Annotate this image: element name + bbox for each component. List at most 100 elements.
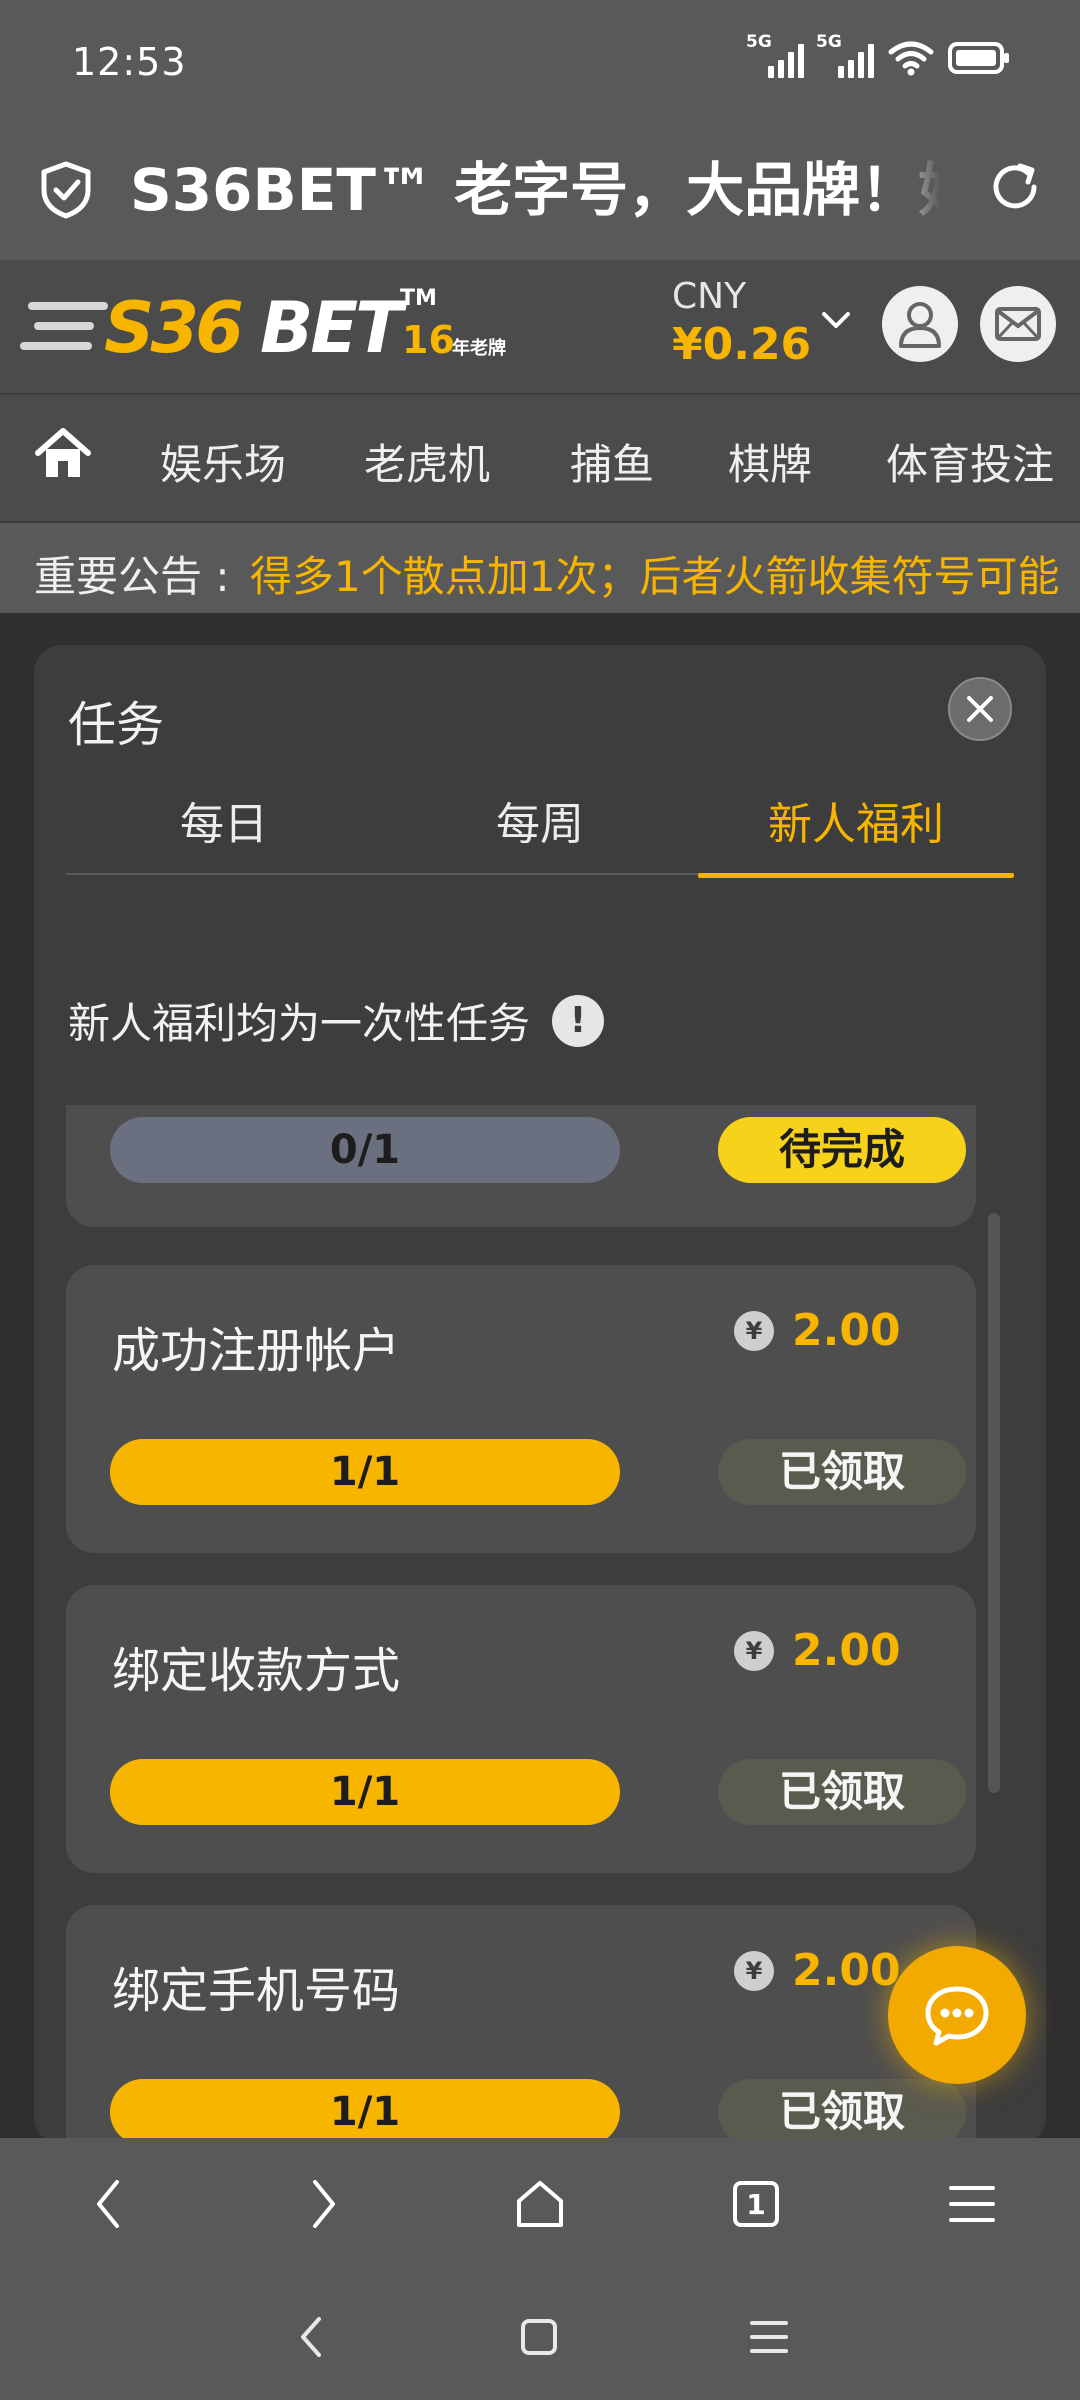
nav-item-fishing[interactable]: 捕鱼	[570, 431, 654, 492]
chevron-left-icon	[97, 2180, 119, 2228]
task-reward: ¥ 2.00	[734, 1625, 901, 1676]
system-home-button[interactable]	[504, 2302, 574, 2372]
newcomer-note: 新人福利均为一次性任务 !	[68, 990, 605, 1051]
menu-icon	[949, 2186, 995, 2222]
modal-title: 任务	[68, 697, 165, 753]
battery-icon	[948, 42, 1009, 74]
chevron-down-icon[interactable]	[818, 302, 854, 338]
home-icon[interactable]	[34, 425, 92, 483]
progress-text: 1/1	[329, 1769, 401, 1815]
announcement-text: 得多1个散点加1次；后者火箭收集符号可能	[250, 552, 1060, 601]
currency-code: CNY	[672, 276, 747, 317]
nav-item-cards[interactable]: 棋牌	[728, 431, 812, 492]
task-card: 0/1 待完成	[66, 1105, 976, 1227]
site-header: S36 BET TM 16 年老牌 CNY ¥0.26	[0, 260, 1080, 395]
progress-bar: 0/1	[110, 1117, 620, 1183]
note-text: 新人福利均为一次性任务	[68, 999, 531, 1048]
exclamation-icon[interactable]: !	[552, 994, 605, 1047]
network-label: 5G	[746, 32, 772, 52]
announcement-label: 重要公告 :	[34, 552, 230, 601]
logo-s36: S36	[104, 287, 244, 369]
task-status-button[interactable]: 已领取	[718, 1759, 966, 1825]
task-modal: 任务 每日 每周 新人福利 新人福利均为一次性任务 ! 0/1 待完成 成功注册…	[34, 645, 1046, 2145]
tab-count: 1	[746, 2187, 766, 2221]
square-icon	[521, 2319, 557, 2355]
tab-count-icon: 1	[733, 2181, 779, 2227]
reward-amount: 2.00	[792, 1945, 901, 1996]
task-list[interactable]: 0/1 待完成 成功注册帐户 ¥ 2.00 1/1 已领取 绑定收款方式 ¥ 2…	[66, 1105, 1006, 2145]
site-logo[interactable]: S36 BET TM 16 年老牌	[100, 282, 520, 374]
status-icons: 5G 5G	[746, 32, 1010, 78]
task-status-button[interactable]: 待完成	[718, 1117, 966, 1183]
nav-item-slots[interactable]: 老虎机	[364, 431, 490, 492]
task-card: 绑定收款方式 ¥ 2.00 1/1 已领取	[66, 1585, 976, 1873]
user-icon	[899, 302, 941, 348]
page-title[interactable]: S36BET™ 老字号，大品牌！始终	[130, 150, 940, 230]
task-status-button[interactable]: 已领取	[718, 2079, 966, 2145]
reward-amount: 2.00	[792, 1625, 901, 1676]
signal-icon: 5G	[746, 32, 804, 78]
forward-button[interactable]	[286, 2166, 362, 2242]
chevron-left-icon	[301, 2317, 321, 2357]
menu-icon	[750, 2321, 788, 2353]
browser-url-bar[interactable]: S36BET™ 老字号，大品牌！始终	[0, 120, 1080, 260]
task-reward: ¥ 2.00	[734, 1945, 901, 1996]
task-card: 成功注册帐户 ¥ 2.00 1/1 已领取	[66, 1265, 976, 1553]
system-recents-button[interactable]	[734, 2302, 804, 2372]
task-reward: ¥ 2.00	[734, 1305, 901, 1356]
logo-tm: TM	[400, 286, 437, 311]
progress-text: 1/1	[329, 1449, 401, 1495]
tabs-button[interactable]: 1	[718, 2166, 794, 2242]
progress-bar: 1/1	[110, 2079, 620, 2145]
status-time: 12:53	[72, 40, 187, 84]
user-button[interactable]	[882, 286, 958, 362]
scrollbar[interactable]	[988, 1213, 1000, 1793]
task-card: 绑定手机号码 ¥ 2.00 1/1 已领取	[66, 1905, 976, 2145]
category-nav: 娱乐场 老虎机 捕鱼 棋牌 体育投注	[0, 395, 1080, 523]
nav-item-sports[interactable]: 体育投注	[886, 431, 1080, 492]
close-icon	[967, 696, 993, 722]
chat-icon	[925, 1986, 989, 2046]
system-back-button[interactable]	[276, 2302, 346, 2372]
hamburger-menu-icon[interactable]	[20, 296, 108, 356]
wifi-icon	[888, 41, 934, 76]
task-name: 绑定手机号码	[112, 1963, 401, 2019]
yuan-coin-icon: ¥	[734, 1310, 774, 1351]
progress-bar: 1/1	[110, 1439, 620, 1505]
tab-weekly[interactable]: 每周	[382, 795, 698, 875]
yuan-coin-icon: ¥	[734, 1630, 774, 1671]
task-name: 绑定收款方式	[112, 1643, 401, 1699]
progress-text: 0/1	[329, 1127, 401, 1173]
balance-amount: ¥0.26	[672, 319, 812, 370]
logo-years: 16	[402, 318, 455, 362]
task-tabs: 每日 每周 新人福利	[66, 795, 1014, 878]
task-status-button[interactable]: 已领取	[718, 1439, 966, 1505]
home-button[interactable]	[502, 2166, 578, 2242]
back-button[interactable]	[70, 2166, 146, 2242]
mail-icon	[995, 307, 1041, 341]
menu-button[interactable]	[934, 2166, 1010, 2242]
announcement-bar[interactable]: 重要公告 : 得多1个散点加1次；后者火箭收集符号可能	[0, 523, 1080, 613]
system-navigation-bar	[0, 2270, 1080, 2400]
logo-years-text: 年老牌	[452, 338, 506, 359]
chevron-right-icon	[313, 2180, 335, 2228]
logo-bet: BET	[260, 287, 403, 369]
tab-newcomer[interactable]: 新人福利	[698, 795, 1014, 878]
task-name: 成功注册帐户	[112, 1323, 401, 1379]
chat-button[interactable]	[888, 1946, 1026, 2084]
reward-amount: 2.00	[792, 1305, 901, 1356]
reload-icon[interactable]	[984, 156, 1046, 218]
status-bar: 12:53 5G 5G	[0, 0, 1080, 120]
currency-balance[interactable]: CNY ¥0.26	[672, 276, 811, 370]
progress-bar: 1/1	[110, 1759, 620, 1825]
home-outline-icon	[517, 2181, 563, 2227]
network-label: 5G	[816, 32, 842, 52]
tab-daily[interactable]: 每日	[66, 795, 382, 875]
nav-item-casino[interactable]: 娱乐场	[160, 431, 286, 492]
shield-check-icon[interactable]	[38, 160, 94, 220]
browser-toolbar: 1	[0, 2138, 1080, 2270]
yuan-coin-icon: ¥	[734, 1950, 774, 1991]
close-button[interactable]	[948, 677, 1012, 741]
mail-button[interactable]	[980, 286, 1056, 362]
progress-text: 1/1	[329, 2089, 401, 2135]
